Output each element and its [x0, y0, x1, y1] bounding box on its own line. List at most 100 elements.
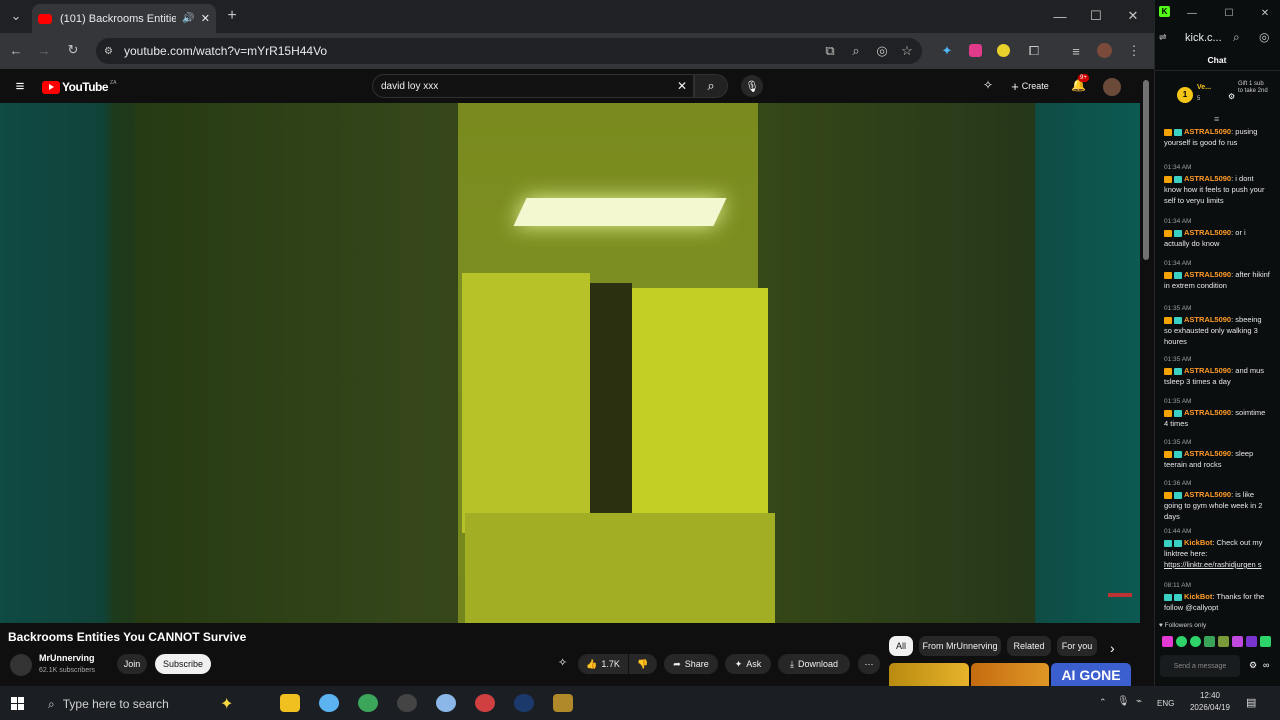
forward-icon[interactable]: → [34, 40, 54, 60]
message-username[interactable]: ASTRAL5090 [1184, 366, 1231, 375]
emote-icon[interactable] [1162, 636, 1173, 647]
message-username[interactable]: ASTRAL5090 [1184, 408, 1231, 417]
dislike-button[interactable]: 👎 [629, 654, 657, 674]
panel-close-icon[interactable]: ✕ [1255, 3, 1275, 23]
windows-start-icon[interactable] [11, 697, 24, 710]
profile-avatar[interactable] [1097, 43, 1112, 58]
emote-icon[interactable] [1176, 636, 1187, 647]
file-explorer-icon[interactable] [280, 694, 300, 712]
message-username[interactable]: ASTRAL5090 [1184, 315, 1231, 324]
language-indicator[interactable]: ENG [1157, 699, 1174, 708]
chip-all[interactable]: All [889, 636, 913, 656]
message-username[interactable]: ASTRAL5090 [1184, 174, 1231, 183]
emote-icon[interactable] [1218, 636, 1229, 647]
taskbar-search[interactable]: ⌕ Type here to search [40, 690, 210, 718]
steam-icon[interactable] [514, 694, 534, 712]
page-scrollbar[interactable] [1143, 80, 1149, 260]
channel-avatar[interactable] [10, 654, 32, 676]
gift-sub-text[interactable]: Gift 1 sub to take 2nd [1238, 81, 1268, 95]
extensions-puzzle-icon[interactable]: ⧠ [1024, 41, 1044, 61]
panel-maximize-icon[interactable]: ☐ [1219, 3, 1239, 23]
chrome-icon[interactable] [358, 694, 378, 712]
install-app-icon[interactable]: ⧉ [820, 41, 840, 61]
panel-eye-off-icon[interactable]: ◎ [1259, 30, 1269, 44]
microphone-tray-icon[interactable]: 🎙 [1117, 696, 1130, 707]
bookmark-star-icon[interactable]: ☆ [897, 41, 917, 61]
network-icon[interactable]: ⌁ [1136, 696, 1142, 707]
panel-zoom-icon[interactable]: ⌕ [1233, 30, 1240, 45]
chat-message-input[interactable]: Send a message [1160, 655, 1240, 677]
emote-row[interactable] [1162, 636, 1276, 648]
window-close-icon[interactable]: ✕ [1123, 6, 1143, 26]
gift-icon[interactable]: ⚙ [1228, 92, 1235, 101]
media-control-icon[interactable]: ≡ [1066, 41, 1086, 61]
chips-next-icon[interactable]: › [1110, 640, 1115, 656]
emote-icon[interactable] [1260, 636, 1271, 647]
message-username[interactable]: ASTRAL5090 [1184, 270, 1231, 279]
tray-chevron-icon[interactable]: ⌃ [1099, 697, 1107, 708]
copilot-icon[interactable] [319, 694, 339, 712]
more-actions-icon[interactable]: ⋯ [858, 654, 880, 674]
chrome-profile-icon[interactable] [475, 694, 495, 712]
zoom-icon[interactable]: ⌕ [846, 41, 866, 61]
chat-emoji-icon[interactable]: ∞ [1263, 660, 1269, 670]
chat-settings-icon[interactable]: ⚙ [1249, 660, 1257, 671]
eye-off-icon[interactable]: ◎ [872, 41, 892, 61]
clear-search-icon[interactable]: ✕ [677, 79, 687, 93]
message-username[interactable]: ASTRAL5090 [1184, 490, 1231, 499]
tab-close-icon[interactable]: ✕ [201, 12, 210, 25]
clock[interactable]: 12:40 2026/04/19 [1185, 690, 1235, 714]
emote-icon[interactable] [1190, 636, 1201, 647]
download-button[interactable]: ⤓ Download [778, 654, 850, 674]
share-button[interactable]: ➦ Share [664, 654, 718, 674]
hamburger-menu-icon[interactable]: ≡ [10, 76, 30, 96]
create-button[interactable]: + Create [1006, 76, 1054, 96]
search-input[interactable]: david loy xxx ✕ [372, 74, 694, 98]
search-button[interactable]: ⌕ [694, 74, 728, 98]
maximize-icon[interactable]: ☐ [1086, 6, 1106, 26]
channel-name[interactable]: MrUnnerving [39, 653, 95, 663]
speaker-icon[interactable]: 🔊 [182, 13, 194, 24]
ask-button[interactable]: ✦ Ask [725, 654, 771, 674]
chrome-menu-icon[interactable]: ⋮ [1124, 41, 1144, 61]
notification-center-icon[interactable]: ▤ [1246, 696, 1256, 709]
message-link[interactable]: https://linktr.ee/rashidjurgen s [1164, 560, 1262, 569]
message-username[interactable]: ASTRAL5090 [1184, 228, 1231, 237]
join-button[interactable]: Join [117, 654, 147, 674]
recommended-thumbnail-3[interactable]: AI GONE [1051, 663, 1131, 686]
chip-for-you[interactable]: For you [1057, 636, 1097, 656]
minimize-icon[interactable]: — [1050, 6, 1070, 26]
youtube-logo[interactable]: YouTube ZA [42, 80, 116, 94]
widgets-sparkle-icon[interactable]: ✦ [220, 694, 233, 714]
extension-c-icon[interactable] [997, 44, 1010, 57]
reload-icon[interactable]: ↻ [63, 40, 83, 60]
emote-icon[interactable] [1204, 636, 1215, 647]
game-icon[interactable] [553, 694, 573, 712]
message-username[interactable]: ASTRAL5090 [1184, 449, 1231, 458]
message-username[interactable]: KickBot [1184, 592, 1212, 601]
sparkle-icon[interactable]: ✧ [983, 78, 993, 92]
browser-tab[interactable]: (101) Backrooms Entities Yo 🔊 ✕ [32, 4, 216, 33]
chip-from-channel[interactable]: From MrUnnerving [919, 636, 1001, 656]
account-avatar[interactable] [1103, 78, 1121, 96]
app-icon-5[interactable] [436, 694, 456, 712]
app-icon-4[interactable] [397, 694, 417, 712]
message-username[interactable]: ASTRAL5090 [1184, 127, 1231, 136]
message-username[interactable]: KickBot [1184, 538, 1212, 547]
panel-settings-icon[interactable]: ⇌ [1159, 32, 1167, 43]
new-tab-icon[interactable]: + [222, 6, 242, 26]
recommended-thumbnail-1[interactable] [889, 663, 969, 686]
address-bar[interactable]: ⚙ youtube.com/watch?v=mYrR15H44Vo [96, 38, 922, 64]
panel-minimize-icon[interactable]: — [1182, 3, 1202, 23]
tab-search-chevron-icon[interactable]: ⌄ [6, 6, 26, 26]
video-player[interactable] [0, 103, 1140, 623]
extension-b-icon[interactable] [969, 44, 982, 57]
pinned-user[interactable]: Ve... [1197, 84, 1211, 91]
emote-icon[interactable] [1232, 636, 1243, 647]
subscribe-button[interactable]: Subscribe [155, 654, 211, 674]
recommended-thumbnail-2[interactable] [971, 663, 1049, 686]
site-info-icon[interactable]: ⚙ [104, 46, 113, 57]
extension-a-icon[interactable]: ✦ [937, 41, 957, 61]
like-button[interactable]: 👍 1.7K [578, 654, 628, 674]
chat-filter-icon[interactable]: ≡ [1214, 114, 1219, 124]
